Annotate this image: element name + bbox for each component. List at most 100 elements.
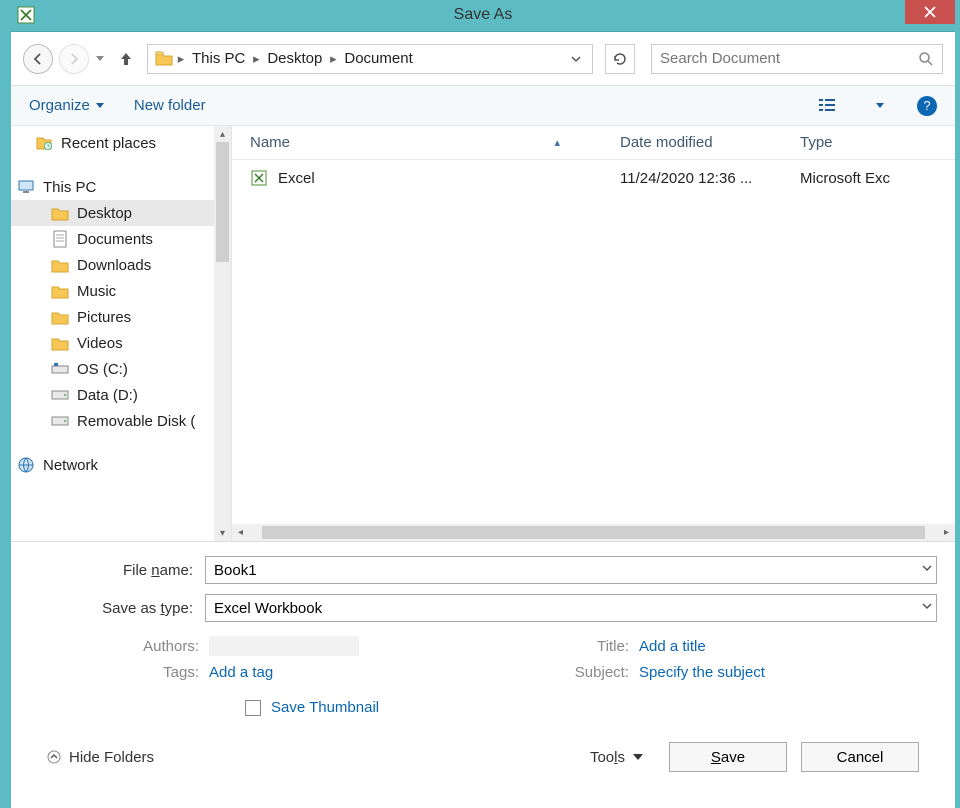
tree-scrollbar[interactable]: ▴ ▾	[214, 126, 231, 541]
folder-icon	[51, 334, 69, 352]
nav-row: ▸ This PC ▸ Desktop ▸ Document	[11, 32, 955, 86]
tree-item-label: Videos	[77, 335, 123, 352]
footer-row: Hide Folders Tools Save Cancel	[29, 716, 937, 798]
saveastype-input[interactable]	[205, 594, 937, 622]
sort-indicator-icon: ▴	[554, 136, 560, 149]
authors-field[interactable]	[209, 636, 359, 656]
breadcrumb-bar[interactable]: ▸ This PC ▸ Desktop ▸ Document	[147, 44, 593, 74]
tree-item[interactable]: Network	[11, 452, 214, 478]
tree-item[interactable]: Recent places	[11, 130, 214, 156]
file-type: Microsoft Exc	[800, 170, 937, 187]
chevron-right-icon: ▸	[174, 51, 188, 67]
close-button[interactable]	[905, 0, 955, 24]
breadcrumb-dropdown[interactable]	[566, 55, 586, 63]
title-label: Title:	[529, 638, 629, 655]
scroll-up-icon[interactable]: ▴	[214, 126, 231, 142]
save-button[interactable]: Save	[669, 742, 787, 772]
scroll-down-icon[interactable]: ▾	[214, 525, 231, 541]
breadcrumb-this-pc[interactable]: This PC	[188, 50, 249, 67]
view-options-button[interactable]	[815, 94, 843, 118]
new-folder-button[interactable]: New folder	[134, 97, 206, 114]
filename-label: File name:	[29, 562, 205, 579]
view-dropdown[interactable]	[873, 94, 887, 118]
folder-icon	[51, 282, 69, 300]
column-headers: Name ▴ Date modified Type	[232, 126, 955, 160]
breadcrumb-desktop[interactable]: Desktop	[263, 50, 326, 67]
hide-folders-button[interactable]: Hide Folders	[47, 749, 154, 766]
scroll-right-icon[interactable]: ▸	[938, 524, 955, 541]
saveastype-dropdown[interactable]	[921, 598, 933, 616]
tree-item-label: Removable Disk (	[77, 413, 195, 430]
organize-label: Organize	[29, 97, 90, 114]
main-area: Recent places This PC Desktop Documents Down…	[11, 126, 955, 542]
drive2-icon	[51, 412, 69, 430]
search-input[interactable]	[660, 50, 918, 67]
save-thumbnail-label[interactable]: Save Thumbnail	[271, 699, 379, 716]
tree-item-label: This PC	[43, 179, 96, 196]
refresh-button[interactable]	[605, 44, 635, 74]
tree-item[interactable]: Documents	[11, 226, 214, 252]
organize-button[interactable]: Organize	[29, 97, 104, 114]
drive2-icon	[51, 386, 69, 404]
chevron-right-icon: ▸	[249, 51, 263, 67]
doc-icon	[51, 230, 69, 248]
toolbar-row: Organize New folder ?	[11, 86, 955, 126]
help-button[interactable]: ?	[917, 96, 937, 116]
tags-label: Tags:	[99, 664, 199, 681]
tree-item-label: Music	[77, 283, 116, 300]
back-button[interactable]	[23, 44, 53, 74]
tree-item[interactable]: Data (D:)	[11, 382, 214, 408]
tree-item-label: OS (C:)	[77, 361, 128, 378]
tree-item[interactable]: Music	[11, 278, 214, 304]
column-type-header[interactable]: Type	[800, 134, 937, 151]
tree-item-label: Network	[43, 457, 98, 474]
tree-item[interactable]: OS (C:)	[11, 356, 214, 382]
tags-field[interactable]: Add a tag	[209, 664, 273, 681]
tree-item[interactable]: Desktop	[11, 200, 214, 226]
filename-dropdown[interactable]	[921, 560, 933, 578]
file-date: 11/24/2020 12:36 ...	[620, 170, 800, 187]
file-list-pane: Name ▴ Date modified Type Excel 11/24/202…	[231, 126, 955, 541]
scroll-left-icon[interactable]: ◂	[232, 524, 249, 541]
scroll-thumb[interactable]	[216, 142, 229, 262]
navigation-tree: Recent places This PC Desktop Documents Down…	[11, 126, 231, 541]
tools-dropdown[interactable]: Tools	[590, 749, 643, 766]
new-folder-label: New folder	[134, 97, 206, 114]
column-name-header[interactable]: Name ▴	[250, 134, 620, 151]
tree-item-label: Recent places	[61, 135, 156, 152]
subject-field[interactable]: Specify the subject	[639, 664, 765, 681]
title-field[interactable]: Add a title	[639, 638, 706, 655]
tree-item[interactable]: Videos	[11, 330, 214, 356]
subject-label: Subject:	[529, 664, 629, 681]
filename-input[interactable]	[205, 556, 937, 584]
breadcrumb-document[interactable]: Document	[340, 50, 416, 67]
tree-item[interactable]: Removable Disk (	[11, 408, 214, 434]
file-row[interactable]: Excel 11/24/2020 12:36 ...Microsoft Exc	[232, 160, 955, 196]
tree-item-label: Downloads	[77, 257, 151, 274]
pc-icon	[17, 178, 35, 196]
save-thumbnail-checkbox[interactable]	[245, 700, 261, 716]
horizontal-scrollbar[interactable]: ◂ ▸	[232, 524, 955, 541]
tree-item-label: Desktop	[77, 205, 132, 222]
column-date-header[interactable]: Date modified	[620, 134, 800, 151]
tree-item-label: Data (D:)	[77, 387, 138, 404]
search-icon	[918, 51, 934, 67]
search-box[interactable]	[651, 44, 943, 74]
tree-item[interactable]: Downloads	[11, 252, 214, 278]
tree-item-label: Pictures	[77, 309, 131, 326]
file-name: Excel	[278, 170, 315, 187]
folder-icon	[51, 256, 69, 274]
up-button[interactable]	[115, 48, 137, 70]
h-scroll-thumb[interactable]	[262, 526, 925, 539]
dialog-title: Save As	[11, 6, 955, 24]
save-form: File name: Save as type: Author	[11, 542, 955, 808]
cancel-button[interactable]: Cancel	[801, 742, 919, 772]
history-dropdown[interactable]	[95, 44, 105, 74]
authors-label: Authors:	[99, 638, 199, 655]
folder-icon	[154, 49, 174, 69]
folder-icon	[51, 204, 69, 222]
tree-item[interactable]: This PC	[11, 174, 214, 200]
forward-button[interactable]	[59, 44, 89, 74]
saveastype-label: Save as type:	[29, 600, 205, 617]
tree-item[interactable]: Pictures	[11, 304, 214, 330]
